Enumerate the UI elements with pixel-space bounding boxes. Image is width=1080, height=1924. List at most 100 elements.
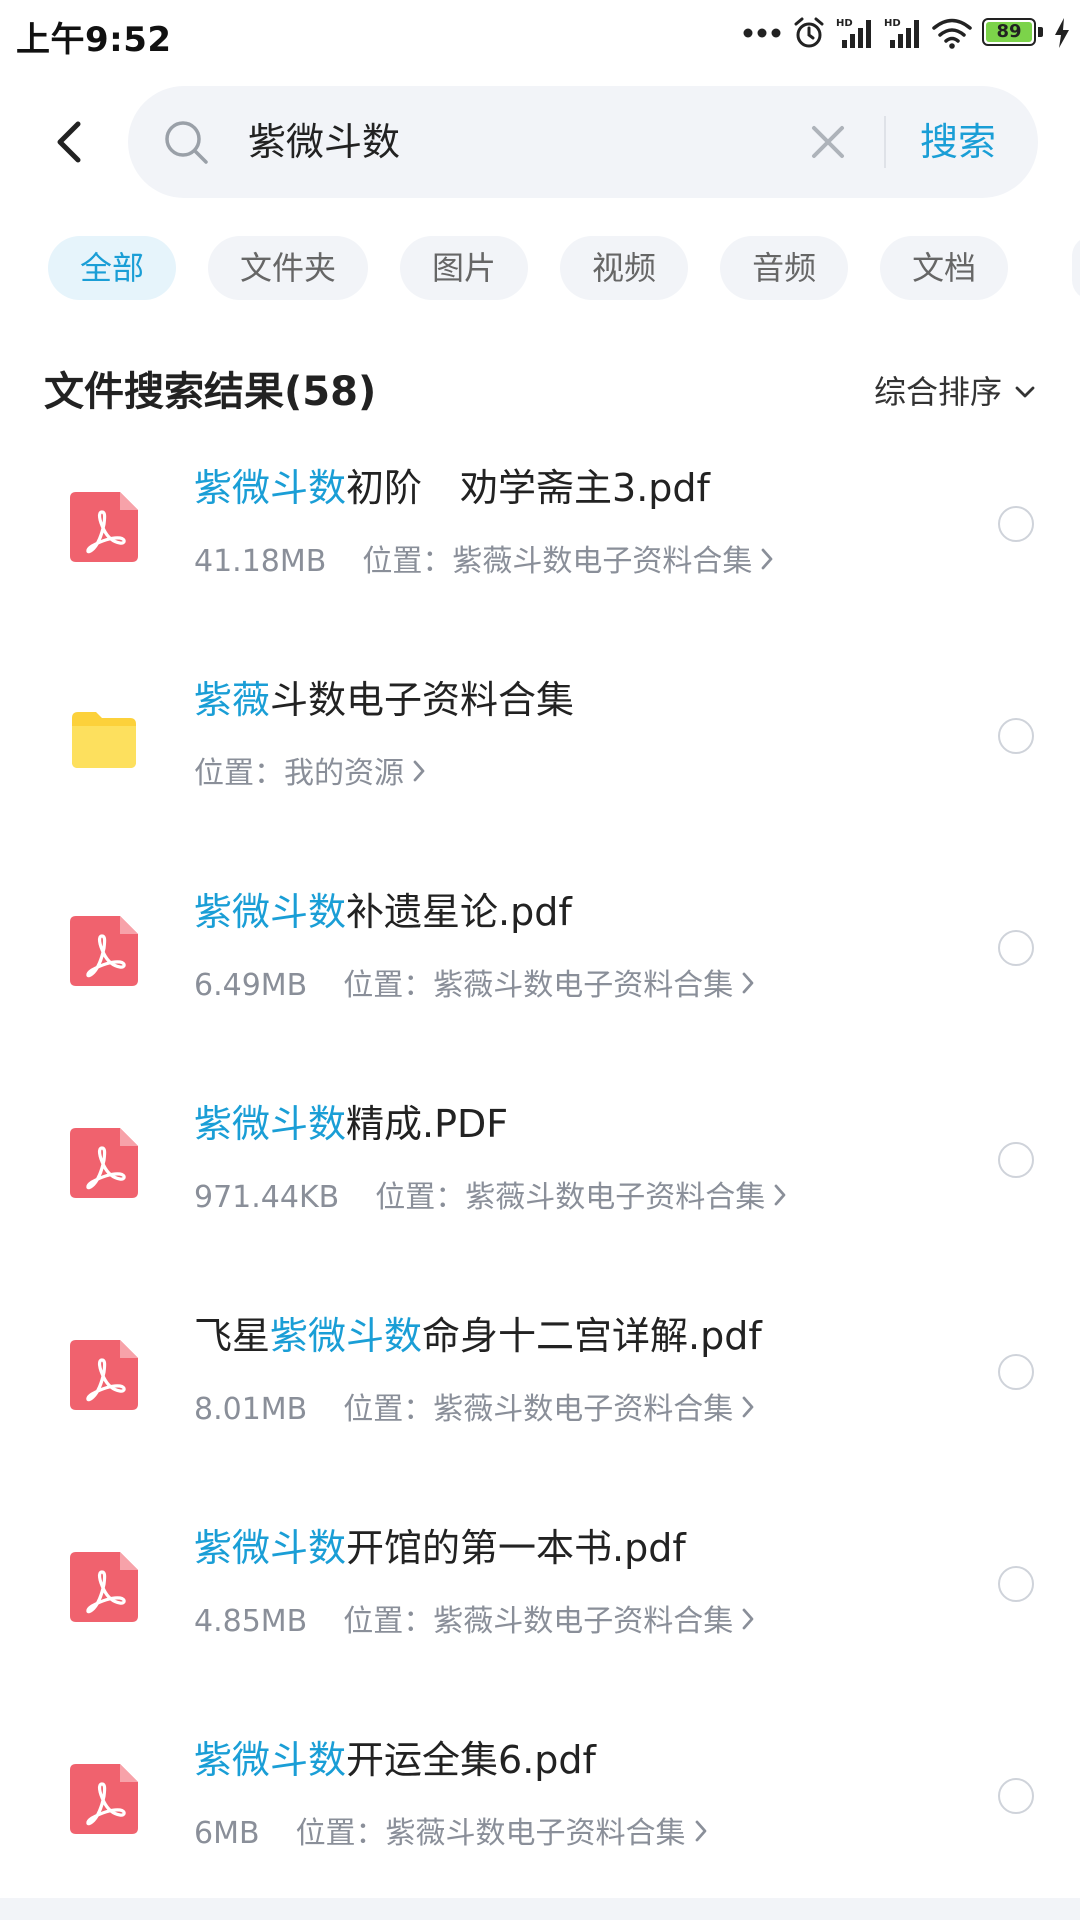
file-name: 紫微斗数初阶 劝学斋主3.pdf <box>194 460 710 516</box>
file-size: 41.18MB <box>194 544 327 579</box>
file-row[interactable]: 紫微斗数开运全集6.pdf 6MB 位置：紫薇斗数电子资料合集 <box>0 1712 1080 1924</box>
filter-tab-document[interactable]: 文档 <box>880 236 1009 300</box>
select-radio[interactable] <box>998 1778 1034 1814</box>
file-location-link[interactable]: 位置：紫薇斗数电子资料合集 <box>362 540 752 584</box>
charging-bolt-icon <box>1055 18 1069 48</box>
file-name-highlight: 紫微斗数 <box>194 1526 347 1570</box>
file-location: 位置：紫薇斗数电子资料合集 <box>295 1816 686 1851</box>
svg-text:HD: HD <box>884 18 901 29</box>
alarm-clock-icon <box>794 17 824 48</box>
search-submit-button[interactable]: 搜索 <box>920 110 996 174</box>
filter-tabs: 全部 文件夹 图片 视频 音频 文档 <box>48 236 1009 300</box>
file-name: 紫薇斗数电子资料合集 <box>194 672 574 728</box>
sort-button[interactable]: 综合排序 <box>874 366 1036 418</box>
chevron-right-icon <box>404 752 426 796</box>
filter-tab-folder[interactable]: 文件夹 <box>208 236 369 300</box>
file-name: 飞星紫微斗数命身十二宫详解.pdf <box>194 1308 762 1364</box>
select-radio[interactable] <box>998 1142 1034 1178</box>
pdf-file-icon <box>68 490 140 564</box>
file-name-suffix: 斗数电子资料合集 <box>270 678 575 722</box>
file-name-suffix: 开运全集6.pdf <box>346 1738 596 1782</box>
file-row[interactable]: 紫微斗数补遗星论.pdf 6.49MB 位置：紫薇斗数电子资料合集 <box>0 864 1080 1076</box>
file-location-link[interactable]: 位置：紫薇斗数电子资料合集 <box>343 1600 733 1644</box>
file-name-suffix: 命身十二宫详解.pdf <box>422 1314 762 1358</box>
file-row[interactable]: 紫微斗数精成.PDF 971.44KB 位置：紫薇斗数电子资料合集 <box>0 1076 1080 1288</box>
file-meta: 6.49MB 位置：紫薇斗数电子资料合集 <box>194 964 755 1008</box>
file-name-suffix: 开馆的第一本书.pdf <box>346 1526 686 1570</box>
filter-tab-video[interactable]: 视频 <box>560 236 689 300</box>
file-meta: 8.01MB 位置：紫薇斗数电子资料合集 <box>194 1388 755 1432</box>
file-location-link[interactable]: 位置：紫薇斗数电子资料合集 <box>343 1388 733 1432</box>
search-input[interactable]: 紫微斗数 <box>248 110 400 174</box>
file-location: 位置：我的资源 <box>194 756 404 791</box>
file-name-highlight: 紫微斗数 <box>194 1738 347 1782</box>
select-radio[interactable] <box>998 1354 1034 1390</box>
status-bar: 上午9:52 HD HD 89 <box>0 0 1080 66</box>
search-header: 紫微斗数 搜索 <box>0 86 1080 198</box>
search-divider <box>884 116 886 168</box>
folder-icon <box>68 702 140 776</box>
file-row[interactable]: 紫薇斗数电子资料合集位置：我的资源 <box>0 652 1080 864</box>
search-icon <box>165 121 208 164</box>
file-location: 位置：紫薇斗数电子资料合集 <box>375 1180 766 1215</box>
chevron-right-icon <box>733 964 755 1008</box>
filter-tab-image[interactable]: 图片 <box>400 236 529 300</box>
file-name-suffix: 补遗星论.pdf <box>346 890 572 934</box>
chevron-right-icon <box>765 1176 787 1220</box>
file-name-suffix: 精成.PDF <box>346 1102 509 1146</box>
svg-text:HD: HD <box>836 18 853 29</box>
file-location-link[interactable]: 位置：紫薇斗数电子资料合集 <box>375 1176 765 1220</box>
filter-tab-audio[interactable]: 音频 <box>720 236 849 300</box>
clear-icon[interactable] <box>810 124 846 160</box>
file-row[interactable]: 飞星紫微斗数命身十二宫详解.pdf 8.01MB 位置：紫薇斗数电子资料合集 <box>0 1288 1080 1500</box>
file-meta: 41.18MB 位置：紫薇斗数电子资料合集 <box>194 540 774 584</box>
sort-label: 综合排序 <box>873 373 1002 411</box>
file-size: 6MB <box>194 1816 260 1851</box>
filter-tab-overflow[interactable] <box>1072 236 1080 300</box>
back-button[interactable] <box>44 112 100 172</box>
select-radio[interactable] <box>998 1566 1034 1602</box>
file-list: 紫微斗数初阶 劝学斋主3.pdf 41.18MB 位置：紫薇斗数电子资料合集 紫薇斗数… <box>0 440 1080 1924</box>
chevron-down-icon <box>1015 386 1035 398</box>
file-row[interactable]: 紫微斗数初阶 劝学斋主3.pdf 41.18MB 位置：紫薇斗数电子资料合集 <box>0 440 1080 652</box>
file-size: 8.01MB <box>194 1392 308 1427</box>
filter-tab-all[interactable]: 全部 <box>48 236 177 300</box>
file-location-link[interactable]: 位置：我的资源 <box>194 752 404 796</box>
file-size: 4.85MB <box>194 1604 308 1639</box>
file-name-prefix: 飞星 <box>194 1314 271 1358</box>
file-location: 位置：紫薇斗数电子资料合集 <box>343 1392 734 1427</box>
file-location-link[interactable]: 位置：紫薇斗数电子资料合集 <box>343 964 733 1008</box>
search-box[interactable]: 紫微斗数 搜索 <box>128 86 1038 198</box>
file-name: 紫微斗数开馆的第一本书.pdf <box>194 1520 686 1576</box>
select-radio[interactable] <box>998 718 1034 754</box>
file-name-highlight: 紫微斗数 <box>194 1102 347 1146</box>
file-name-highlight: 紫薇 <box>194 678 271 722</box>
file-size: 6.49MB <box>194 968 308 1003</box>
file-name-highlight: 紫微斗数 <box>270 1314 423 1358</box>
file-meta: 6MB 位置：紫薇斗数电子资料合集 <box>194 1812 708 1856</box>
file-name-highlight: 紫微斗数 <box>194 890 347 934</box>
file-location-link[interactable]: 位置：紫薇斗数电子资料合集 <box>296 1812 686 1856</box>
pdf-file-icon <box>68 1126 140 1200</box>
file-name-suffix: 初阶 劝学斋主3.pdf <box>346 466 710 510</box>
signal-hd-icon: HD <box>836 18 871 48</box>
pdf-file-icon <box>68 1762 140 1836</box>
pdf-file-icon <box>68 914 140 988</box>
file-location: 位置：紫薇斗数电子资料合集 <box>343 1604 734 1639</box>
battery-level: 89 <box>996 21 1022 42</box>
pdf-file-icon <box>68 1550 140 1624</box>
chevron-right-icon <box>752 540 774 584</box>
signal-hd-icon-2: HD <box>884 18 919 48</box>
back-arrow-icon <box>57 121 81 163</box>
chevron-right-icon <box>733 1388 755 1432</box>
bottom-strip <box>0 1898 1080 1920</box>
select-radio[interactable] <box>998 506 1034 542</box>
file-meta: 位置：我的资源 <box>194 752 426 796</box>
results-title: 文件搜索结果(58) <box>44 369 377 415</box>
status-time: 上午9:52 <box>16 20 172 60</box>
file-row[interactable]: 紫微斗数开馆的第一本书.pdf 4.85MB 位置：紫薇斗数电子资料合集 <box>0 1500 1080 1712</box>
file-location: 位置：紫薇斗数电子资料合集 <box>343 968 734 1003</box>
file-meta: 4.85MB 位置：紫薇斗数电子资料合集 <box>194 1600 755 1644</box>
pdf-file-icon <box>68 1338 140 1412</box>
select-radio[interactable] <box>998 930 1034 966</box>
